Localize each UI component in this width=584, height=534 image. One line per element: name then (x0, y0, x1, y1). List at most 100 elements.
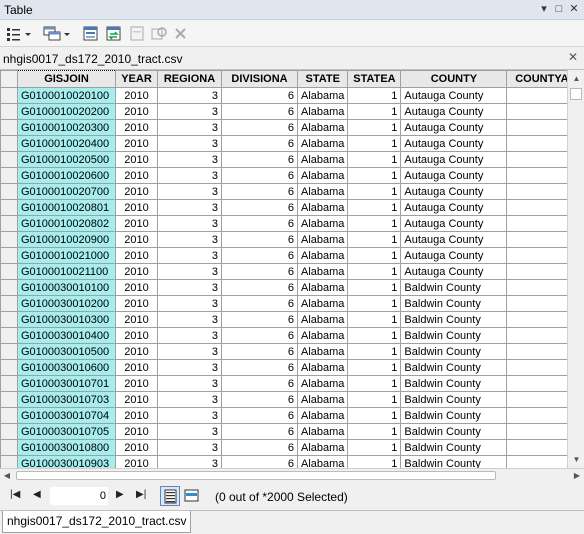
region-cell[interactable]: 3 (157, 439, 222, 456)
region-cell[interactable]: 3 (157, 151, 222, 168)
region-cell[interactable]: 3 (157, 343, 222, 360)
table-row[interactable]: G0100030010701 2010 3 6 Alabama 1 Baldwin Coun… (0, 375, 578, 392)
year-cell[interactable]: 2010 (115, 375, 158, 392)
year-cell[interactable]: 2010 (115, 119, 158, 136)
row-selector[interactable] (0, 231, 18, 248)
state-cell[interactable]: Alabama (296, 119, 349, 136)
gisjoin-cell[interactable]: G0100030010903 (17, 455, 116, 468)
column-header-statea[interactable]: STATEA (347, 70, 402, 88)
region-cell[interactable]: 3 (157, 199, 222, 216)
state-cell[interactable]: Alabama (296, 423, 349, 440)
state-cell[interactable]: Alabama (296, 135, 349, 152)
region-cell[interactable]: 3 (157, 167, 222, 184)
year-cell[interactable]: 2010 (115, 135, 158, 152)
division-cell[interactable]: 6 (221, 263, 298, 280)
division-cell[interactable]: 6 (221, 391, 298, 408)
row-selector[interactable] (0, 391, 18, 408)
row-selector[interactable] (0, 87, 18, 104)
division-cell[interactable]: 6 (221, 87, 298, 104)
division-cell[interactable]: 6 (221, 183, 298, 200)
state-cell[interactable]: Alabama (296, 183, 349, 200)
row-selector[interactable] (0, 151, 18, 168)
statea-cell[interactable]: 1 (347, 119, 402, 136)
row-selector[interactable] (0, 103, 18, 120)
region-cell[interactable]: 3 (157, 375, 222, 392)
county-cell[interactable]: Autauga County (400, 263, 508, 280)
year-cell[interactable]: 2010 (115, 327, 158, 344)
division-cell[interactable]: 6 (221, 215, 298, 232)
gisjoin-cell[interactable]: G0100030010701 (17, 375, 116, 392)
row-selector[interactable] (0, 327, 18, 344)
year-cell[interactable]: 2010 (115, 231, 158, 248)
gisjoin-cell[interactable]: G0100030010600 (17, 359, 116, 376)
statea-cell[interactable]: 1 (347, 391, 402, 408)
year-cell[interactable]: 2010 (115, 279, 158, 296)
division-cell[interactable]: 6 (221, 119, 298, 136)
row-selector[interactable] (0, 295, 18, 312)
year-cell[interactable]: 2010 (115, 359, 158, 376)
gisjoin-cell[interactable]: G0100010021100 (17, 263, 116, 280)
statea-cell[interactable]: 1 (347, 103, 402, 120)
region-cell[interactable]: 3 (157, 327, 222, 344)
statea-cell[interactable]: 1 (347, 423, 402, 440)
division-cell[interactable]: 6 (221, 423, 298, 440)
region-cell[interactable]: 3 (157, 135, 222, 152)
gisjoin-cell[interactable]: G0100030010200 (17, 295, 116, 312)
division-cell[interactable]: 6 (221, 407, 298, 424)
column-header-county[interactable]: COUNTY (400, 70, 508, 88)
gisjoin-cell[interactable]: G0100010020400 (17, 135, 116, 152)
scroll-up-icon[interactable]: ▲ (568, 70, 584, 87)
year-cell[interactable]: 2010 (115, 183, 158, 200)
state-cell[interactable]: Alabama (296, 359, 349, 376)
division-cell[interactable]: 6 (221, 135, 298, 152)
table-row[interactable]: G0100010020700 2010 3 6 Alabama 1 Autauga Coun… (0, 183, 578, 200)
region-cell[interactable]: 3 (157, 407, 222, 424)
year-cell[interactable]: 2010 (115, 423, 158, 440)
state-cell[interactable]: Alabama (296, 199, 349, 216)
table-row[interactable]: G0100030010600 2010 3 6 Alabama 1 Baldwin Coun… (0, 359, 578, 376)
gisjoin-cell[interactable]: G0100010020200 (17, 103, 116, 120)
row-selector[interactable] (0, 263, 18, 280)
horizontal-scroll-thumb[interactable] (16, 471, 496, 480)
row-selector[interactable] (0, 183, 18, 200)
statea-cell[interactable]: 1 (347, 183, 402, 200)
state-cell[interactable]: Alabama (296, 231, 349, 248)
county-cell[interactable]: Baldwin County (400, 423, 508, 440)
row-selector[interactable] (0, 167, 18, 184)
gisjoin-cell[interactable]: G0100010020600 (17, 167, 116, 184)
gisjoin-cell[interactable]: G0100010020802 (17, 215, 116, 232)
region-cell[interactable]: 3 (157, 279, 222, 296)
vertical-scrollbar[interactable]: ▲ ▼ (567, 70, 584, 468)
state-cell[interactable]: Alabama (296, 263, 349, 280)
statea-cell[interactable]: 1 (347, 359, 402, 376)
year-cell[interactable]: 2010 (115, 407, 158, 424)
table-row[interactable]: G0100030010100 2010 3 6 Alabama 1 Baldwin Coun… (0, 279, 578, 296)
region-cell[interactable]: 3 (157, 119, 222, 136)
region-cell[interactable]: 3 (157, 311, 222, 328)
gisjoin-cell[interactable]: G0100010020100 (17, 87, 116, 104)
state-cell[interactable]: Alabama (296, 311, 349, 328)
division-cell[interactable]: 6 (221, 359, 298, 376)
statea-cell[interactable]: 1 (347, 199, 402, 216)
state-cell[interactable]: Alabama (296, 343, 349, 360)
region-cell[interactable]: 3 (157, 247, 222, 264)
county-cell[interactable]: Baldwin County (400, 311, 508, 328)
row-selector[interactable] (0, 343, 18, 360)
table-row[interactable]: G0100010020500 2010 3 6 Alabama 1 Autauga Coun… (0, 151, 578, 168)
county-cell[interactable]: Autauga County (400, 135, 508, 152)
gisjoin-cell[interactable]: G0100030010703 (17, 391, 116, 408)
row-selector[interactable] (0, 375, 18, 392)
region-cell[interactable]: 3 (157, 183, 222, 200)
division-cell[interactable]: 6 (221, 199, 298, 216)
statea-cell[interactable]: 1 (347, 311, 402, 328)
first-record-icon[interactable]: |◀ (10, 489, 20, 500)
division-cell[interactable]: 6 (221, 231, 298, 248)
region-cell[interactable]: 3 (157, 263, 222, 280)
state-cell[interactable]: Alabama (296, 87, 349, 104)
column-header-gisjoin[interactable]: GISJOIN (17, 70, 116, 88)
year-cell[interactable]: 2010 (115, 215, 158, 232)
statea-cell[interactable]: 1 (347, 279, 402, 296)
last-record-icon[interactable]: ▶| (136, 489, 146, 500)
tab-nhgis-table[interactable]: nhgis0017_ds172_2010_tract.csv (2, 511, 192, 533)
year-cell[interactable]: 2010 (115, 439, 158, 456)
